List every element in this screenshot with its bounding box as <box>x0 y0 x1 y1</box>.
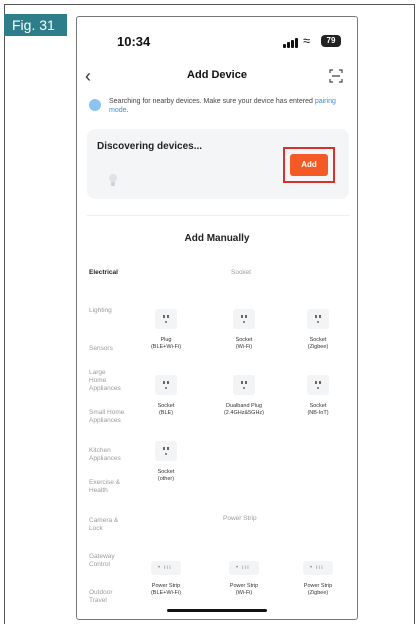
device-tile[interactable]: Socket (other) <box>131 441 201 483</box>
power-strip-icon: • ııı <box>151 561 181 575</box>
sidebar-item-outdoor-travel[interactable]: Outdoor Travel <box>89 589 123 605</box>
plug-icon <box>233 375 255 395</box>
figure-label: Fig. 31 <box>4 14 67 36</box>
sidebar-item-kitchen-appliances[interactable]: Kitchen Appliances <box>89 447 133 463</box>
phone-screen: 10:34 ≈ 79 ‹ Add Device Searching for ne… <box>76 16 358 620</box>
socket-icon <box>307 375 329 395</box>
device-name: Socket (Zigbee) <box>307 337 329 350</box>
signal-icon <box>283 38 299 48</box>
socket-icon <box>233 309 255 329</box>
status-time: 10:34 <box>117 34 151 49</box>
device-tile[interactable]: • ııı Power Strip (Zigbee) <box>283 561 353 597</box>
socket-section-title: Socket <box>231 269 251 276</box>
socket-icon <box>155 441 177 461</box>
divider <box>87 215 349 216</box>
status-bar: 10:34 ≈ 79 <box>77 17 357 61</box>
power-strip-section-title: Power Strip <box>223 515 257 522</box>
device-name: Dualband Plug (2.4GHz&5GHz) <box>223 403 265 416</box>
add-button[interactable]: Add <box>290 154 328 176</box>
device-name: Socket (other) <box>157 469 175 482</box>
device-name: Power Strip (Wi-Fi) <box>229 583 259 596</box>
device-tile[interactable]: Socket (NB-IoT) <box>283 375 353 417</box>
socket-icon <box>307 309 329 329</box>
device-tile[interactable]: Socket (BLE) <box>131 375 201 417</box>
bluetooth-icon <box>89 99 101 111</box>
socket-icon <box>155 375 177 395</box>
device-name: Plug (BLE+Wi-Fi) <box>150 337 182 350</box>
search-note-text: Searching for nearby devices. Make sure … <box>109 98 336 114</box>
device-tile[interactable]: Dualband Plug (2.4GHz&5GHz) <box>209 375 279 417</box>
device-name: Socket (NB-IoT) <box>307 403 329 416</box>
sidebar-item-camera-lock[interactable]: Camera & Lock <box>89 517 123 533</box>
plug-icon <box>155 309 177 329</box>
device-tile[interactable]: Socket (Zigbee) <box>283 309 353 351</box>
device-tile[interactable]: • ııı Power Strip (Wi-Fi) <box>209 561 279 597</box>
wifi-icon: ≈ <box>303 33 311 48</box>
add-manually-title: Add Manually <box>184 233 250 244</box>
battery-icon: 79 <box>321 35 341 47</box>
power-strip-icon: • ııı <box>303 561 333 575</box>
device-tile[interactable]: • ııı Power Strip (BLE+Wi-Fi) <box>131 561 201 597</box>
nav-bar: ‹ Add Device <box>77 65 357 89</box>
bulb-icon <box>109 174 117 186</box>
sidebar-item-small-home-appliances[interactable]: Small Home Appliances <box>89 409 135 425</box>
home-indicator[interactable] <box>167 609 267 612</box>
discover-card: Discovering devices... Add <box>87 129 349 199</box>
device-name: Power Strip (Zigbee) <box>303 583 333 596</box>
sidebar-item-electrical[interactable]: Electrical <box>89 269 147 277</box>
sidebar-item-large-home-appliances[interactable]: Large Home Appliances <box>89 369 123 393</box>
discover-title: Discovering devices... <box>97 141 203 152</box>
device-name: Socket (BLE) <box>157 403 175 416</box>
device-name: Power Strip (BLE+Wi-Fi) <box>150 583 182 596</box>
page-title: Add Device <box>187 69 247 81</box>
device-name: Socket (Wi-Fi) <box>235 337 253 350</box>
scan-icon[interactable] <box>329 69 343 83</box>
device-tile[interactable]: Plug (BLE+Wi-Fi) <box>131 309 201 351</box>
power-strip-icon: • ııı <box>229 561 259 575</box>
device-tile[interactable]: Socket (Wi-Fi) <box>209 309 279 351</box>
sidebar-item-gateway-control[interactable]: Gateway Control <box>89 553 123 569</box>
sidebar-item-exercise-health[interactable]: Exercise & Health <box>89 479 127 495</box>
search-note: Searching for nearby devices. Make sure … <box>89 97 349 119</box>
